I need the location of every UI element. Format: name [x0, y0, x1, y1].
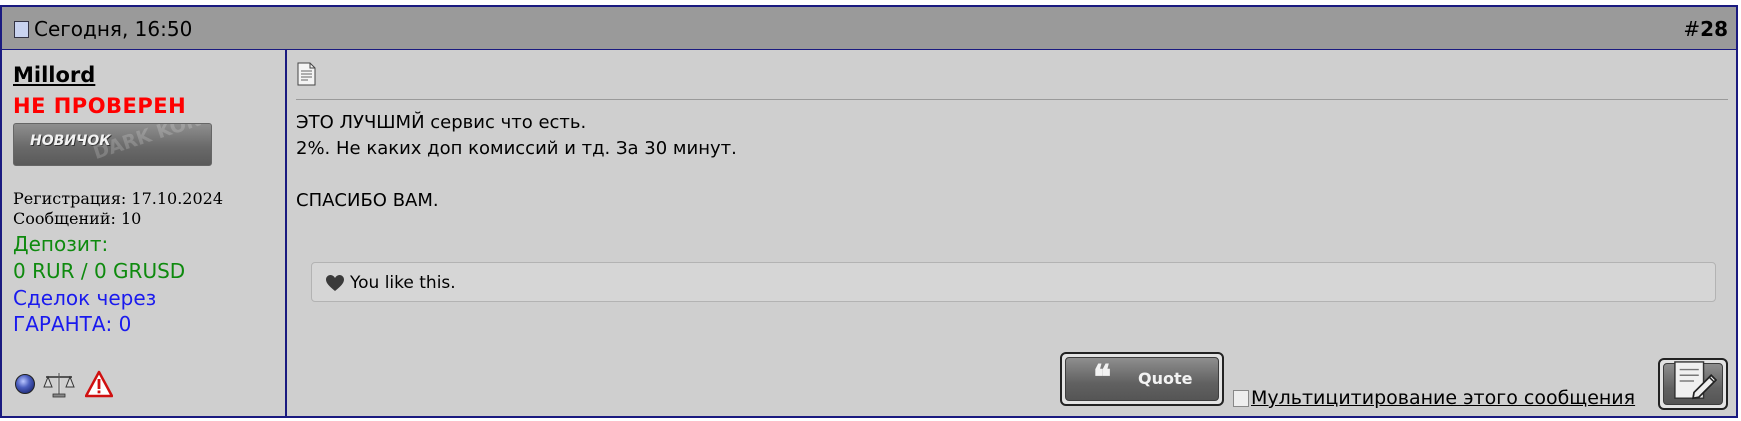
rank-watermark-logo: DARK KONS: [90, 123, 212, 164]
warning-icon[interactable]: [85, 370, 113, 398]
multiquote-link[interactable]: Мультицитирование этого сообщения: [1233, 387, 1635, 409]
guarantor-deals-label: Сделок через: [13, 286, 157, 310]
likes-text: You like this.: [350, 273, 456, 293]
deposit-label: Депозит:: [13, 232, 109, 256]
quote-label: Quote: [1138, 369, 1193, 388]
message-line: ЭТО ЛУЧШМЙ сервис что есть.: [296, 112, 587, 133]
post-icon: [297, 62, 316, 86]
post-divider: [296, 99, 1728, 100]
multiquote-alt-text: Мультицитирование этого сообщения: [1251, 387, 1636, 409]
message-line: 2%. Не каких доп комиссий и тд. За 30 ми…: [296, 138, 737, 159]
rank-badge: НОВИЧОК DARK KONS: [13, 123, 212, 166]
post-date: Сегодня, 16:50: [14, 17, 192, 41]
post-number-prefix: #: [1683, 17, 1701, 41]
status-dot-icon[interactable]: [15, 374, 35, 394]
post-header: Сегодня, 16:50 #28: [2, 7, 1736, 50]
post-document-icon: [14, 21, 29, 38]
post-body: ЭТО ЛУЧШМЙ сервис что есть. 2%. Не каких…: [287, 50, 1736, 416]
edit-button[interactable]: [1658, 358, 1728, 410]
quote-button[interactable]: ❝ Quote: [1060, 352, 1224, 406]
edit-document-icon: [1674, 361, 1718, 400]
post-number-link[interactable]: #28: [1683, 17, 1728, 41]
post-number-value: 28: [1700, 17, 1728, 41]
message-text: ЭТО ЛУЧШМЙ сервис что есть. 2%. Не каких…: [296, 110, 1716, 214]
likes-box: You like this.: [311, 262, 1716, 302]
message-line: СПАСИБО ВАМ.: [296, 190, 439, 211]
guarantor-deals-value: ГАРАНТА: 0: [13, 312, 132, 336]
post-count: Сообщений: 10: [13, 209, 142, 228]
registration-date: Регистрация: 17.10.2024: [13, 189, 224, 208]
edit-button-face: [1663, 361, 1723, 405]
scales-icon[interactable]: [42, 370, 76, 398]
broken-image-icon: [1233, 390, 1249, 407]
user-status: НЕ ПРОВЕРЕН: [13, 94, 187, 118]
forum-post: Сегодня, 16:50 #28 Millord НЕ ПРОВЕРЕН Н…: [0, 5, 1738, 418]
username-link[interactable]: Millord: [13, 63, 95, 87]
heart-icon[interactable]: [325, 274, 345, 292]
quote-button-face: ❝ Quote: [1065, 357, 1219, 401]
post-date-text: Сегодня, 16:50: [34, 17, 193, 41]
user-info-panel: Millord НЕ ПРОВЕРЕН НОВИЧОК DARK KONS Ре…: [2, 50, 287, 416]
deposit-value: 0 RUR / 0 GRUSD: [13, 259, 186, 283]
quote-icon: ❝: [1093, 358, 1112, 398]
